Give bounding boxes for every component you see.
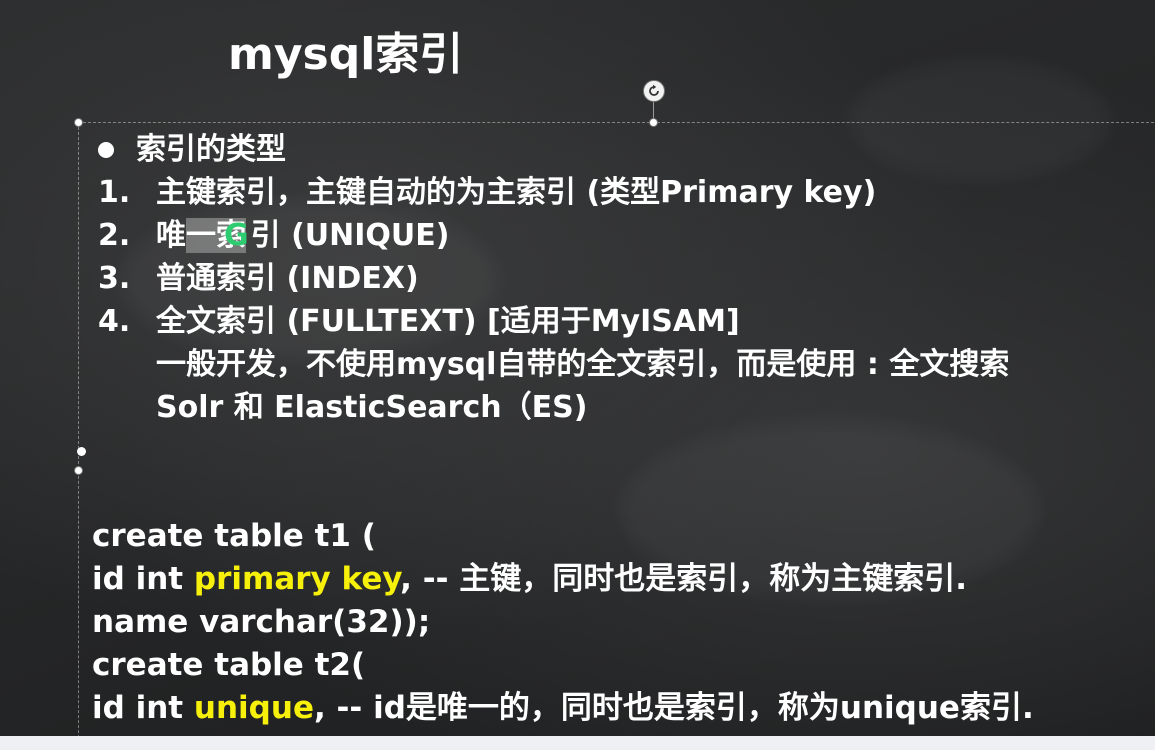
rotate-handle-icon[interactable] [643, 80, 665, 102]
code-line: name varchar(32)); [92, 604, 431, 640]
slide-body-text[interactable]: 索引的类型 1. 主键索引，主键自动的为主索引 (类型Primary key) 2… [77, 128, 1152, 750]
list-item-text: 普通索引 (INDEX) [156, 261, 419, 296]
list-number: 1. [98, 175, 131, 210]
list-number: 4. [98, 304, 131, 339]
list-number: 2. [98, 218, 131, 253]
bullet-index-types: 索引的类型 [92, 128, 1152, 171]
code-line: create table t2( [92, 647, 366, 683]
code-keyword: unique [193, 690, 314, 726]
list-item-text: 全文索引 (FULLTEXT) [适用于MyISAM] [156, 304, 740, 339]
list-item-text: 主键索引，主键自动的为主索引 (类型Primary key) [156, 175, 877, 210]
resize-handle-top-left[interactable] [74, 118, 83, 127]
code-line: create table t1 ( [92, 518, 376, 554]
index-types-heading: 索引的类型 [136, 132, 286, 167]
slide-canvas: mysql索引 索引的类型 1. 主键索引，主键自动的为主索引 (类型Primar… [0, 0, 1155, 750]
list-item: 4. 全文索引 (FULLTEXT) [适用于MyISAM] [98, 300, 1152, 343]
resize-handle-middle-left[interactable] [74, 466, 83, 475]
code-text: , -- id是唯一的，同时也是索引，称为unique索引. [313, 690, 1034, 726]
bullet-icon [98, 141, 114, 158]
sql-code-block: create table t1 ( id int primary key, --… [92, 515, 1152, 750]
list-number: 3. [98, 261, 131, 296]
resize-handle-top-middle[interactable] [649, 118, 658, 127]
slide-title[interactable]: mysql索引 [228, 18, 463, 82]
list-item: 2. 唯一索G引 (UNIQUE) [98, 214, 1152, 257]
code-keyword: primary key [193, 561, 401, 597]
fulltext-note-line: Solr 和 ElasticSearch（ES) [156, 390, 588, 425]
list-item-text: 引 (UNIQUE) [250, 218, 450, 253]
cursor-indicator-icon: G [224, 218, 249, 253]
code-line: id int primary key, -- 主键，同时也是索引，称为主键索引. [92, 558, 1152, 601]
list-item: 1. 主键索引，主键自动的为主索引 (类型Primary key) [98, 171, 1152, 214]
bullet-icon [77, 447, 86, 456]
code-text: , -- 主键，同时也是索引，称为主键索引. [400, 561, 968, 597]
window-bottom-bar [0, 736, 1155, 750]
code-text: id int [92, 690, 194, 726]
list-item-text: 唯 [156, 218, 186, 253]
code-text: id int [92, 561, 194, 597]
empty-bullet [77, 429, 1152, 515]
rotate-arrow-icon [649, 84, 659, 96]
fulltext-note-line: 一般开发，不使用mysql自带的全文索引，而是使用 : 全文搜索 [156, 347, 1010, 382]
list-item: 3. 普通索引 (INDEX) [98, 257, 1152, 300]
code-line: id int unique, -- id是唯一的，同时也是索引，称为unique… [92, 687, 1152, 730]
